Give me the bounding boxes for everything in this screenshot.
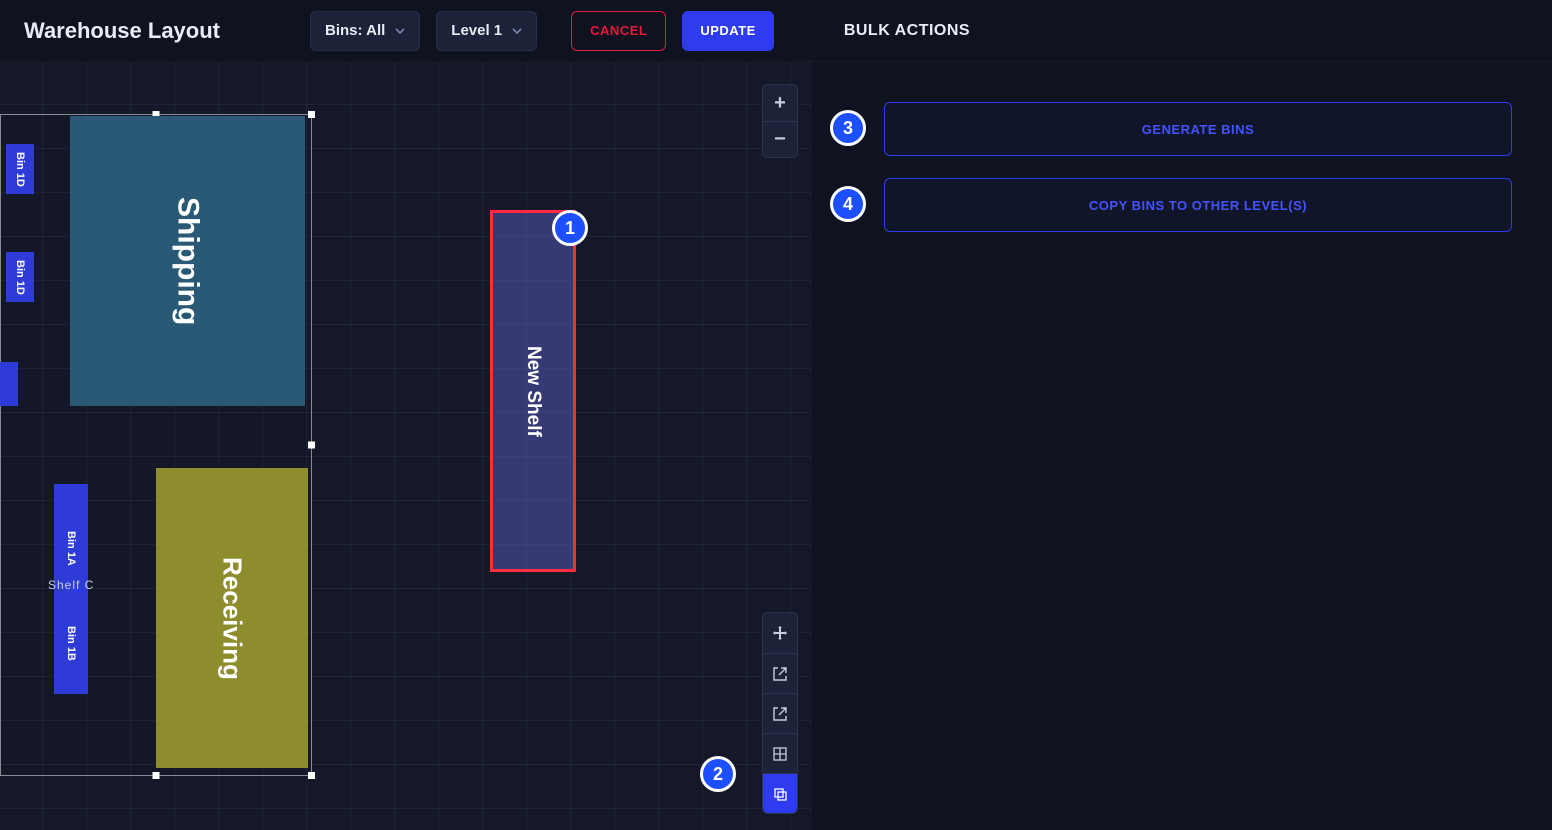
side-panel: GENERATE BINS 3 COPY BINS TO OTHER LEVEL… <box>812 62 1552 830</box>
callout-4: 4 <box>830 186 866 222</box>
generate-bins-button[interactable]: GENERATE BINS <box>884 102 1512 156</box>
plus-icon: + <box>774 92 786 115</box>
callout-2: 2 <box>700 756 736 792</box>
resize-handle[interactable] <box>308 772 315 779</box>
header-bar: Warehouse Layout Bins: All Level 1 CANCE… <box>0 0 1552 62</box>
cancel-button[interactable]: CANCEL <box>571 11 666 51</box>
resize-handle[interactable] <box>153 772 160 779</box>
resize-handle[interactable] <box>308 442 315 449</box>
bins-filter-label: Bins: All <box>325 22 385 39</box>
zone-receiving[interactable]: Receiving <box>156 468 308 768</box>
move-icon <box>772 625 788 641</box>
chevron-down-icon <box>512 26 522 36</box>
update-button[interactable]: UPDATE <box>682 11 773 51</box>
resize-handle[interactable] <box>308 111 315 118</box>
canvas-tools <box>762 612 798 814</box>
bin-1d[interactable] <box>0 362 18 406</box>
copy-tool-button[interactable] <box>763 773 797 813</box>
copy-icon <box>772 786 788 802</box>
level-filter-label: Level 1 <box>451 22 502 39</box>
level-filter-select[interactable]: Level 1 <box>436 11 537 51</box>
shelf-c-label: Shelf C <box>48 578 94 592</box>
bin-1b[interactable]: Bin 1B <box>54 592 88 694</box>
new-shelf-selected[interactable]: New Shelf <box>490 210 576 572</box>
layout-canvas[interactable]: Shipping Receiving Bin 1D Bin 1D Bin 1A … <box>0 62 812 830</box>
chevron-down-icon <box>395 26 405 36</box>
open-tool-button-2[interactable] <box>763 693 797 733</box>
grid-tool-button[interactable] <box>763 733 797 773</box>
zone-shipping[interactable]: Shipping <box>70 116 305 406</box>
copy-bins-button[interactable]: COPY BINS TO OTHER LEVEL(S) <box>884 178 1512 232</box>
external-link-icon <box>772 706 788 722</box>
external-link-icon <box>772 666 788 682</box>
move-tool-button[interactable] <box>763 613 797 653</box>
open-tool-button[interactable] <box>763 653 797 693</box>
zoom-out-button[interactable]: − <box>763 121 797 157</box>
zoom-in-button[interactable]: + <box>763 85 797 121</box>
bin-1d[interactable]: Bin 1D <box>6 252 34 302</box>
minus-icon: − <box>774 128 786 151</box>
callout-1: 1 <box>552 210 588 246</box>
bin-1d[interactable]: Bin 1D <box>6 144 34 194</box>
bulk-actions-title: BULK ACTIONS <box>844 22 970 40</box>
zoom-controls: + − <box>762 84 798 158</box>
grid-icon <box>772 746 788 762</box>
callout-3: 3 <box>830 110 866 146</box>
bins-filter-select[interactable]: Bins: All <box>310 11 420 51</box>
page-title: Warehouse Layout <box>24 18 220 44</box>
